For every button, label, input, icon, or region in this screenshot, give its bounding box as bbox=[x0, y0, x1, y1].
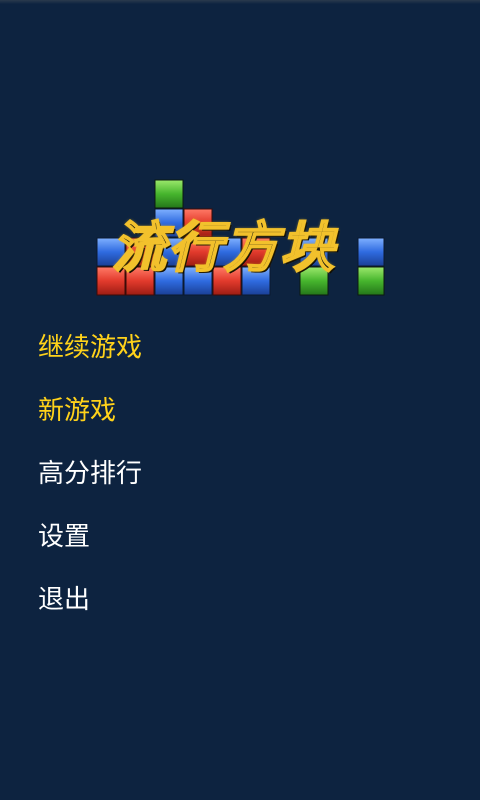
menu-item-continue-game[interactable]: 继续游戏 bbox=[38, 330, 438, 393]
game-title: 流行方块 bbox=[111, 214, 336, 280]
menu-item-high-scores[interactable]: 高分排行 bbox=[38, 456, 438, 519]
menu-item-new-game[interactable]: 新游戏 bbox=[38, 393, 438, 456]
menu-item-settings[interactable]: 设置 bbox=[38, 519, 438, 582]
game-logo: 流行方块 bbox=[0, 0, 480, 320]
menu-item-exit[interactable]: 退出 bbox=[38, 582, 438, 645]
main-menu: 继续游戏 新游戏 高分排行 设置 退出 bbox=[38, 330, 438, 645]
block-green bbox=[154, 179, 184, 209]
